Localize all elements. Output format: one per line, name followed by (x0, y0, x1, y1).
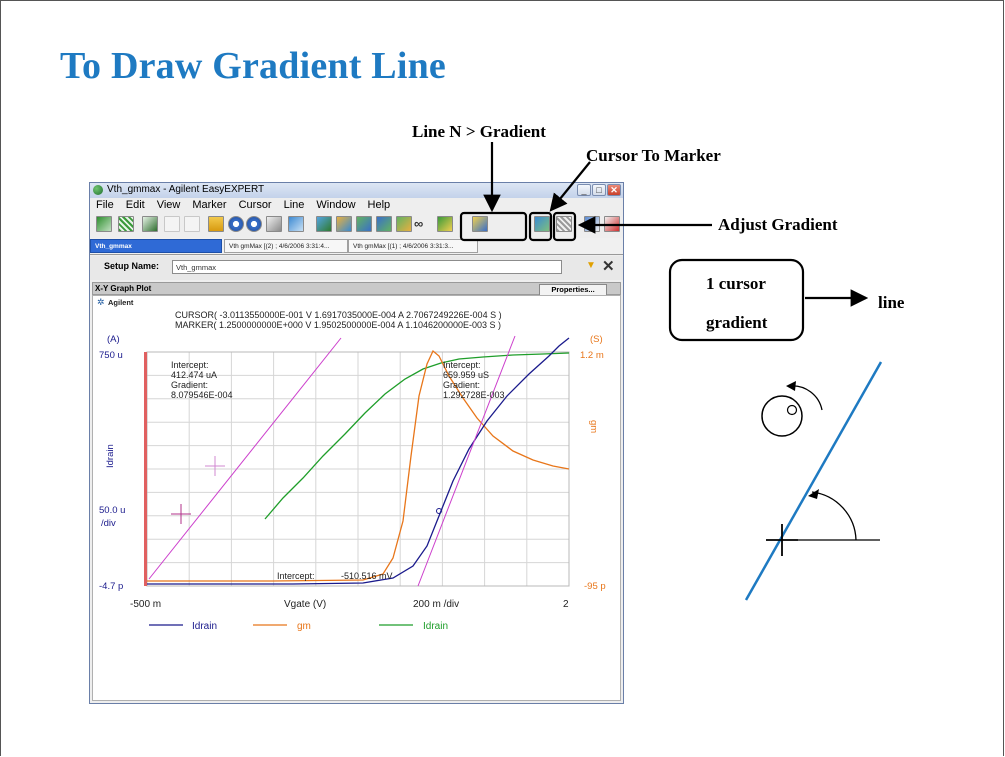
table-icon[interactable] (164, 216, 180, 232)
y2-axis-title: gm (588, 420, 599, 433)
maximize-button[interactable]: □ (592, 184, 606, 196)
y-axis-bar (144, 352, 147, 586)
curve-icon[interactable] (142, 216, 158, 232)
marker-direction-icon[interactable] (396, 216, 412, 232)
box-text-line1: 1 cursor (706, 274, 766, 293)
callout-line-gradient: Line N > Gradient (412, 122, 546, 141)
easyexpert-window: Vth_gmmax - Agilent EasyEXPERT _ □ ✕ Fil… (89, 182, 624, 704)
legend-idrain2: Idrain (423, 621, 448, 632)
y2-bottom-label: -95 p (584, 581, 606, 592)
xy-graph-svg: ✲ Agilent CURSOR( -3.0113550000E-001 V 1… (97, 297, 606, 632)
adjust-gradient-icon[interactable] (556, 216, 572, 232)
legend: Idrain gm Idrain (149, 621, 448, 632)
callout-adjust-gradient: Adjust Gradient (718, 215, 838, 234)
plot-grid (146, 351, 570, 587)
minimize-button[interactable]: _ (577, 184, 591, 196)
intercept-left-value: 412.474 uA (171, 370, 217, 380)
y1-div-suffix: /div (101, 518, 116, 529)
setup-name-input[interactable]: Vth_gmmax (172, 260, 562, 274)
cursor-crosshair-icon (171, 504, 191, 524)
binoculars-icon[interactable]: ∞ (414, 216, 430, 232)
zoom-in-icon[interactable] (228, 216, 244, 232)
agilent-brand: Agilent (108, 298, 134, 307)
idrain-green-curve (264, 352, 570, 520)
marker-skip-icon[interactable] (336, 216, 352, 232)
intercept-bottom-label: Intercept: (277, 571, 315, 581)
marker-readout: MARKER( 1.2500000000E+000 V 1.9502500000… (175, 320, 501, 330)
callout-cursor-to-marker: Cursor To Marker (586, 146, 721, 165)
gradient-right-label: Gradient: (443, 380, 480, 390)
gradient-left-value: 8.079546E-004 (171, 390, 233, 400)
intercept-left-label: Intercept: (171, 360, 209, 370)
cursor-to-marker-icon[interactable] (534, 216, 550, 232)
reference-crosshair-icon (205, 456, 225, 476)
setup-row: Setup Name: Vth_gmmax ▼ ✕ (90, 256, 623, 280)
tab-vth-gmmax-1[interactable]: Vth gmMax [(1) ; 4/6/2006 3:31:3... (348, 239, 478, 253)
plot-area[interactable]: ✲ Agilent CURSOR( -3.0113550000E-001 V 1… (92, 295, 621, 701)
window-titlebar[interactable]: Vth_gmmax - Agilent EasyEXPERT _ □ ✕ (90, 183, 623, 198)
tab-vth-gmmax-2[interactable]: Vth gmMax [(2) ; 4/6/2006 3:31:4... (224, 239, 348, 253)
setup-name-label: Setup Name: (104, 261, 160, 271)
export-icon[interactable] (604, 216, 620, 232)
menu-view[interactable]: View (151, 198, 187, 213)
tab-vth-gmmax[interactable]: Vth_gmmax (90, 239, 222, 253)
menu-help[interactable]: Help (362, 198, 397, 213)
menubar: File Edit View Marker Cursor Line Window… (90, 198, 623, 213)
gradient-left-label: Gradient: (171, 380, 208, 390)
grid-icon[interactable] (118, 216, 134, 232)
marker-max-icon[interactable] (376, 216, 392, 232)
y1-axis-title: Idrain (105, 444, 116, 468)
intercept-right-value: 659.959 uS (443, 370, 489, 380)
agilent-logo-icon: ✲ (97, 297, 105, 307)
y2-top-label: 1.2 m (580, 350, 604, 361)
close-icon[interactable]: ✕ (602, 257, 615, 275)
legend-gm: gm (297, 621, 311, 632)
graph-panel-title: X-Y Graph Plot (95, 284, 152, 293)
app-icon (93, 185, 103, 195)
x-max-label: 2 (563, 599, 569, 610)
gradient-right-value: 1.292728E-003 (443, 390, 505, 400)
marker-icon[interactable] (288, 216, 304, 232)
line1-icon[interactable] (437, 216, 453, 232)
close-button[interactable]: ✕ (607, 184, 621, 196)
y1-unit: (A) (107, 334, 120, 345)
y1-div-label: 50.0 u (99, 505, 125, 516)
list-icon[interactable] (184, 216, 200, 232)
intercept-right-label: Intercept: (443, 360, 481, 370)
x-div-label: 200 m /div (413, 599, 459, 610)
zoom-out-icon[interactable] (246, 216, 262, 232)
y1-bottom-label: -4.7 p (99, 581, 123, 592)
toolbar: ∞ (90, 213, 623, 235)
menu-cursor[interactable]: Cursor (233, 198, 278, 213)
menu-marker[interactable]: Marker (186, 198, 232, 213)
box-arrow-target-label: line (878, 293, 905, 312)
marker-min-icon[interactable] (356, 216, 372, 232)
line-gradient-icon[interactable] (472, 216, 488, 232)
copy-icon[interactable] (584, 216, 600, 232)
document-tabbar: Vth_gmmax Vth gmMax [(2) ; 4/6/2006 3:31… (90, 238, 623, 255)
cursor-readout: CURSOR( -3.0113550000E-001 V 1.691703500… (175, 310, 502, 320)
graph-panel-header: X-Y Graph Plot Properties... (92, 282, 621, 296)
box-text-line2: gradient (706, 313, 768, 332)
x-min-label: -500 m (130, 599, 161, 610)
tools-icon[interactable] (266, 216, 282, 232)
window-title: Vth_gmmax - Agilent EasyEXPERT (107, 184, 265, 195)
y1-top-label: 750 u (99, 350, 123, 361)
menu-file[interactable]: File (90, 198, 120, 213)
intercept-bottom-value: -510.516 mV (341, 571, 393, 581)
crop-icon[interactable] (208, 216, 224, 232)
x-axis-title: Vgate (V) (284, 599, 326, 610)
legend-idrain: Idrain (192, 621, 217, 632)
menu-window[interactable]: Window (310, 198, 361, 213)
y2-unit: (S) (590, 334, 603, 345)
menu-edit[interactable]: Edit (120, 198, 151, 213)
slide-title: To Draw Gradient Line (60, 45, 446, 87)
scale-icon[interactable] (96, 216, 112, 232)
marker-search-icon[interactable] (316, 216, 332, 232)
menu-line[interactable]: Line (278, 198, 311, 213)
pin-icon[interactable]: ▼ (586, 260, 596, 271)
